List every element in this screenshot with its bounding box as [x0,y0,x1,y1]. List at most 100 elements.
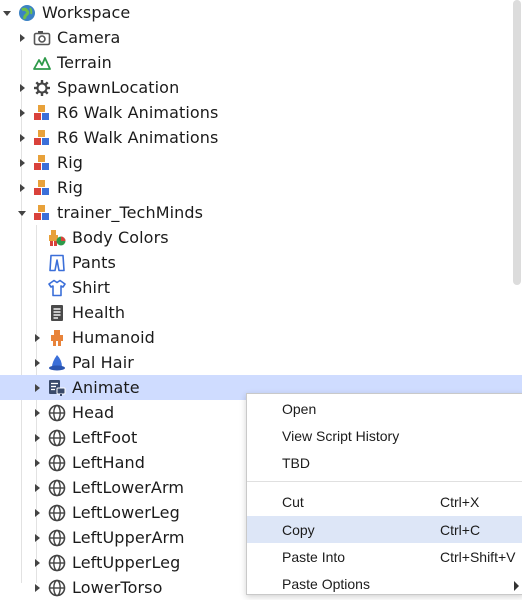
tree-row-label: Body Colors [72,228,169,247]
part-globe-icon [47,578,66,597]
tree-row-label: R6 Walk Animations [57,128,219,147]
tree-row-label: Workspace [42,3,131,22]
expand-chevron-right-icon[interactable] [31,457,43,469]
tree-row-label: Head [72,403,115,422]
tree-row-workspace[interactable]: Workspace [0,0,516,25]
hat-icon [47,353,66,372]
expand-chevron-right-icon[interactable] [31,407,43,419]
menu-item-label: Copy [282,521,315,538]
part-globe-icon [47,453,66,472]
tree-row-label: SpawnLocation [57,78,180,97]
part-globe-icon [47,478,66,497]
tree-row-label: LeftFoot [72,428,138,447]
tree-row-label: Terrain [57,53,112,72]
shirt-icon [47,278,66,297]
model-blocks-icon [32,103,51,122]
expand-chevron-right-icon[interactable] [16,107,28,119]
part-globe-icon [47,503,66,522]
tree-row-label: LeftLowerLeg [72,503,180,522]
tree-row-pants[interactable]: Pants [0,250,522,275]
workspace-globe-icon [17,3,36,22]
model-blocks-icon [32,153,51,172]
local-script-icon [47,378,66,397]
menu-item-shortcut: Ctrl+Shift+V [440,548,516,565]
tree-row-label: Humanoid [72,328,155,347]
menu-separator [247,481,522,482]
tree-row-label: LowerTorso [72,578,163,597]
tree-row-label: Animate [72,378,140,397]
menu-item-label: View Script History [282,427,400,444]
tree-row-label: Rig [57,153,84,172]
tree-row-label: LeftUpperArm [72,528,185,547]
expand-chevron-right-icon[interactable] [31,482,43,494]
expand-chevron-right-icon[interactable] [31,432,43,444]
expand-chevron-right-icon[interactable] [31,382,43,394]
menu-item-open[interactable]: Open [247,395,522,422]
tree-row-label: Shirt [72,278,111,297]
humanoid-icon [47,328,66,347]
tree-row-terrain[interactable]: Terrain [0,50,522,75]
part-globe-icon [47,553,66,572]
expand-chevron-right-icon[interactable] [31,582,43,594]
model-blocks-icon [32,128,51,147]
expand-chevron-right-icon[interactable] [31,532,43,544]
expand-chevron-right-icon[interactable] [16,182,28,194]
menu-item-copy[interactable]: Copy Ctrl+C [247,516,522,543]
camera-icon [32,28,51,47]
tree-row-trainer-techminds[interactable]: trainer_TechMinds [0,200,522,225]
context-menu: Open View Script History TBD Cut Ctrl+X … [246,393,522,595]
expand-chevron-right-icon[interactable] [16,157,28,169]
tree-row-rig[interactable]: Rig [0,150,522,175]
tree-row-camera[interactable]: Camera [0,25,522,50]
body-colors-icon [47,228,66,247]
menu-item-tbd[interactable]: TBD [247,449,522,476]
expand-chevron-right-icon[interactable] [31,507,43,519]
expand-chevron-right-icon[interactable] [16,32,28,44]
tree-row-label: LeftUpperLeg [72,553,181,572]
tree-row-label: trainer_TechMinds [57,203,204,222]
menu-item-cut[interactable]: Cut Ctrl+X [247,488,522,515]
vertical-scrollbar[interactable] [513,0,521,285]
part-globe-icon [47,428,66,447]
menu-item-paste-into[interactable]: Paste Into Ctrl+Shift+V [247,543,522,570]
tree-row-pal-hair[interactable]: Pal Hair [0,350,522,375]
menu-item-paste-options[interactable]: Paste Options [247,570,522,597]
expand-chevron-down-icon[interactable] [16,207,28,219]
part-globe-icon [47,528,66,547]
tree-row-label: Camera [57,28,121,47]
menu-item-shortcut: Ctrl+X [440,493,480,510]
terrain-icon [32,53,51,72]
expand-chevron-down-icon[interactable] [1,7,13,19]
menu-item-label: Paste Options [282,575,370,592]
tree-row-label: LeftHand [72,453,146,472]
expand-chevron-right-icon[interactable] [31,332,43,344]
menu-item-view-script-history[interactable]: View Script History [247,422,522,449]
tree-row-label: Pal Hair [72,353,134,372]
expand-chevron-right-icon[interactable] [16,82,28,94]
menu-item-label: Cut [282,493,304,510]
tree-row-rig[interactable]: Rig [0,175,522,200]
menu-item-label: Paste Into [282,548,346,565]
tree-row-spawnlocation[interactable]: SpawnLocation [0,75,522,100]
menu-item-label: TBD [282,454,310,471]
expand-chevron-right-icon[interactable] [31,357,43,369]
tree-row-label: Pants [72,253,116,272]
tree-row-label: R6 Walk Animations [57,103,219,122]
part-globe-icon [47,403,66,422]
model-blocks-icon [32,178,51,197]
menu-item-label: Open [282,400,317,417]
model-blocks-icon [32,203,51,222]
tree-row-r6-walk-animations[interactable]: R6 Walk Animations [0,100,522,125]
tree-row-label: Health [72,303,126,322]
tree-row-label: Rig [57,178,84,197]
tree-row-humanoid[interactable]: Humanoid [0,325,522,350]
pants-icon [47,253,66,272]
tree-row-shirt[interactable]: Shirt [0,275,522,300]
spawn-gear-icon [32,78,51,97]
tree-row-health[interactable]: Health [0,300,522,325]
tree-row-r6-walk-animations[interactable]: R6 Walk Animations [0,125,522,150]
script-icon [47,303,66,322]
expand-chevron-right-icon[interactable] [31,557,43,569]
tree-row-body-colors[interactable]: Body Colors [0,225,522,250]
expand-chevron-right-icon[interactable] [16,132,28,144]
